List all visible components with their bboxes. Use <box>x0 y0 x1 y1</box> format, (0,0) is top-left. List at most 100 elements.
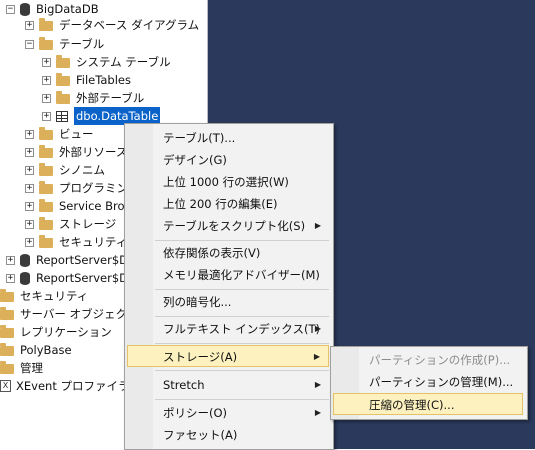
tree-node-synonyms[interactable]: + シノニム <box>25 161 105 179</box>
tree-node-management[interactable]: 管理 <box>0 359 43 377</box>
tree-node-tables[interactable]: − テーブル <box>25 35 104 53</box>
tree-label-security: セキュリティ <box>20 289 89 303</box>
tree-node-security[interactable]: セキュリティ <box>0 287 88 305</box>
expand-icon[interactable]: + <box>25 219 34 229</box>
tree-label-reportserver: ReportServer$DI <box>36 253 132 267</box>
menu-item-select-top-1000[interactable]: 上位 1000 行の選択(W) <box>127 171 329 193</box>
submenu-arrow-icon: ▶ <box>314 324 321 333</box>
expand-icon[interactable]: + <box>25 20 34 30</box>
expand-icon[interactable]: + <box>42 111 51 121</box>
expand-icon[interactable]: + <box>25 183 34 193</box>
submenu-arrow-icon: ▶ <box>314 380 321 389</box>
tree-node-external-tables[interactable]: + 外部テーブル <box>42 89 144 107</box>
menu-item-edit-top-200[interactable]: 上位 200 行の編集(E) <box>127 193 329 215</box>
tree-label-filetables: FileTables <box>76 73 131 87</box>
tree-node-reportserver-temp[interactable]: + ReportServer$DI <box>6 269 131 287</box>
folder-icon <box>39 235 53 248</box>
menu-item-stretch[interactable]: Stretch ▶ <box>127 374 329 396</box>
menu-item-label: フルテキスト インデックス(T) <box>163 322 320 336</box>
menu-item-script-table[interactable]: テーブルをスクリプト化(S) ▶ <box>127 215 329 237</box>
menu-item-label: Stretch <box>163 378 205 392</box>
menu-item-label: ファセット(A) <box>163 428 238 442</box>
menu-item-view-dependencies[interactable]: 依存関係の表示(V) <box>127 242 329 264</box>
expand-icon[interactable]: + <box>42 57 51 67</box>
collapse-icon[interactable]: − <box>25 39 34 49</box>
tree-label-reportserver-temp: ReportServer$DI <box>36 271 132 285</box>
menu-item-label: 上位 200 行の編集(E) <box>163 197 278 211</box>
folder-icon <box>39 199 53 212</box>
tree-node-views[interactable]: + ビュー <box>25 125 94 143</box>
expand-icon[interactable]: + <box>25 147 34 157</box>
menu-separator <box>155 289 329 290</box>
menu-item-facets[interactable]: ファセット(A) <box>127 424 329 446</box>
expand-icon[interactable]: + <box>6 273 15 283</box>
menu-item-label: ストレージ(A) <box>163 350 238 364</box>
tree-node-replication[interactable]: レプリケーション <box>0 323 112 341</box>
expand-icon[interactable]: + <box>25 237 34 247</box>
expand-icon[interactable]: + <box>25 129 34 139</box>
folder-icon <box>39 181 53 194</box>
database-icon <box>20 253 30 267</box>
menu-item-encrypt-columns[interactable]: 列の暗号化... <box>127 291 329 313</box>
menu-item-label: テーブルをスクリプト化(S) <box>163 219 306 233</box>
menu-item-label: 列の暗号化... <box>163 295 232 309</box>
tree-node-database-diagrams[interactable]: + データベース ダイアグラム <box>25 16 199 34</box>
tree-node-service-broker[interactable]: + Service Brok <box>25 197 131 215</box>
expand-icon[interactable]: + <box>25 165 34 175</box>
tree-node-polybase[interactable]: PolyBase <box>0 341 72 359</box>
database-icon <box>20 271 30 285</box>
menu-item-policies[interactable]: ポリシー(O) ▶ <box>127 402 329 424</box>
menu-item-storage[interactable]: ストレージ(A) ▶ <box>127 345 329 367</box>
folder-icon <box>39 163 53 176</box>
tree-node-filetables[interactable]: + FileTables <box>42 71 131 89</box>
submenu-item-manage-compression[interactable]: 圧縮の管理(C)... <box>333 393 523 415</box>
tree-label-database-diagrams: データベース ダイアグラム <box>59 18 200 32</box>
tree-node-security-db[interactable]: + セキュリティ <box>25 233 127 251</box>
tree-node-external-resources[interactable]: + 外部リソース <box>25 143 127 161</box>
folder-icon <box>39 145 53 158</box>
folder-icon <box>56 91 70 104</box>
tree-node-storage[interactable]: + ストレージ <box>25 215 116 233</box>
expand-icon[interactable]: + <box>6 255 15 265</box>
menu-item-table[interactable]: テーブル(T)... <box>127 127 329 149</box>
tree-node-reportserver[interactable]: + ReportServer$DI <box>6 251 131 269</box>
menu-item-memory-optimization-advisor[interactable]: メモリ最適化アドバイザー(M) <box>127 264 329 286</box>
tree-node-server-objects[interactable]: サーバー オブジェクト <box>0 305 139 323</box>
menu-separator <box>155 370 329 371</box>
folder-icon <box>0 325 14 338</box>
tree-label-synonyms: シノニム <box>59 163 105 177</box>
menu-separator <box>155 240 329 241</box>
folder-icon <box>0 307 14 320</box>
tree-node-xevent-profiler[interactable]: X XEvent プロファイラー <box>0 377 141 395</box>
tree-label-service-broker: Service Brok <box>59 199 132 213</box>
expand-icon[interactable]: + <box>42 93 51 103</box>
expand-icon[interactable]: + <box>42 75 51 85</box>
folder-icon <box>39 217 53 230</box>
folder-icon <box>0 361 14 374</box>
tree-label-server-objects: サーバー オブジェクト <box>20 307 139 321</box>
menu-separator <box>155 399 329 400</box>
folder-icon <box>0 343 14 356</box>
tree-node-system-tables[interactable]: + システム テーブル <box>42 53 171 71</box>
menu-item-label: テーブル(T)... <box>163 131 236 145</box>
table-icon <box>56 110 68 122</box>
submenu-item-manage-partition[interactable]: パーティションの管理(M)... <box>333 371 523 393</box>
menu-item-fulltext-index[interactable]: フルテキスト インデックス(T) ▶ <box>127 318 329 340</box>
folder-icon <box>56 73 70 86</box>
menu-separator <box>155 316 329 317</box>
submenu-arrow-icon: ▶ <box>314 408 321 417</box>
tree-label-polybase: PolyBase <box>20 343 72 357</box>
collapse-icon[interactable]: − <box>6 4 15 14</box>
tree-label-system-tables: システム テーブル <box>76 55 171 69</box>
menu-separator <box>155 343 329 344</box>
database-icon <box>20 2 30 16</box>
folder-icon <box>39 37 53 50</box>
tree-label-external-tables: 外部テーブル <box>76 91 145 105</box>
submenu-item-create-partition[interactable]: パーティションの作成(P)... <box>333 349 523 371</box>
expand-icon[interactable]: + <box>25 201 34 211</box>
submenu-arrow-icon: ▶ <box>314 221 321 230</box>
menu-item-design[interactable]: デザイン(G) <box>127 149 329 171</box>
tree-node-programmability[interactable]: + プログラミング <box>25 179 140 197</box>
folder-icon <box>39 127 53 140</box>
tree-label-tables: テーブル <box>59 37 105 51</box>
